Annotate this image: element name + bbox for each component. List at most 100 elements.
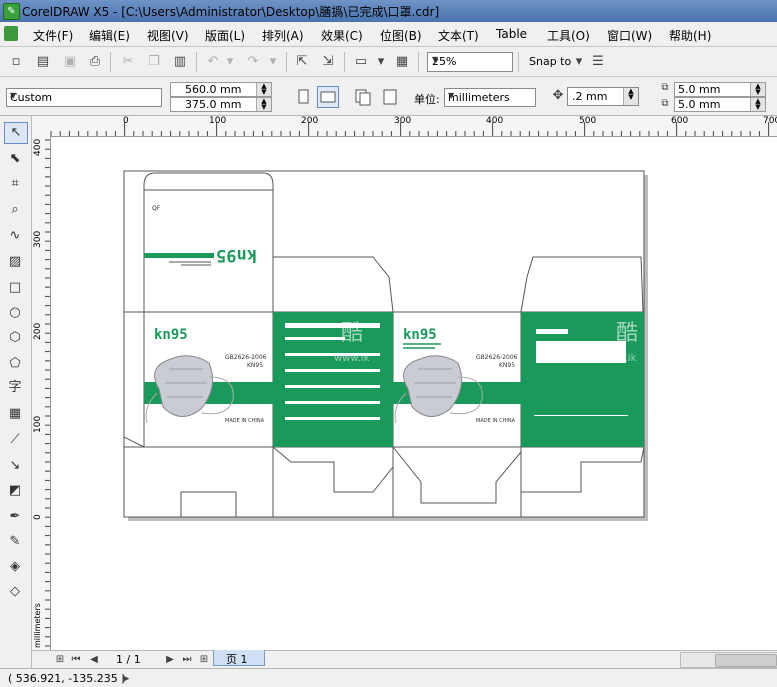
ellipse-tool-icon[interactable]: ○: [4, 303, 26, 323]
menu-view[interactable]: 视图(V): [147, 27, 189, 44]
qf-mark[interactable]: QF: [152, 205, 160, 212]
h-tick-label-200: 200: [301, 116, 319, 126]
pick-tool-icon[interactable]: ↖: [4, 122, 28, 144]
menu-tools[interactable]: 工具(O): [547, 27, 590, 44]
v-tick-label-0: 0: [33, 514, 43, 520]
chevron-down-icon: ▼: [432, 55, 439, 64]
dimension-tool-icon[interactable]: ⟋: [4, 430, 26, 450]
page-navigator: ⊞ ⏮ ◀ 1 / 1 ▶ ⏭ ⊞ ◂: [32, 650, 777, 669]
horizontal-scrollbar[interactable]: [680, 652, 777, 668]
zoom-tool-icon[interactable]: ⌕: [4, 200, 26, 220]
menu-table[interactable]: Table: [496, 27, 527, 41]
made-in-text-2[interactable]: MADE IN CHINA: [476, 418, 515, 424]
ruler-origin-corner[interactable]: [32, 116, 51, 137]
new-document-icon[interactable]: ▫: [8, 54, 24, 70]
menu-bitmaps[interactable]: 位图(B): [380, 27, 422, 44]
first-page-icon[interactable]: ⏮: [68, 652, 84, 668]
undo-dropdown-icon[interactable]: ▾: [222, 54, 238, 70]
interactive-fill-tool-icon[interactable]: ◇: [4, 582, 26, 602]
polygon-tool-icon[interactable]: ⬡: [4, 328, 26, 348]
options-icon[interactable]: ☰: [590, 54, 606, 70]
vertical-ruler[interactable]: 400 300 200 100 0 millimeters: [32, 136, 51, 650]
model-text-1[interactable]: KN95: [247, 362, 263, 369]
connector-tool-icon[interactable]: ↘: [4, 456, 26, 476]
menu-effects[interactable]: 效果(C): [321, 27, 363, 44]
standard-text-1[interactable]: GB2626-2006: [225, 354, 266, 361]
nudge-spinner[interactable]: ▲ ▼: [623, 88, 638, 105]
fill-tool-icon[interactable]: ◈: [4, 557, 26, 577]
freehand-tool-icon[interactable]: ∿: [4, 226, 26, 246]
crop-tool-icon[interactable]: ⌗: [4, 174, 26, 194]
shape-tool-icon[interactable]: ⬉: [4, 149, 26, 169]
undo-icon[interactable]: ↶: [205, 54, 221, 70]
dieline-artwork[interactable]: [51, 137, 777, 650]
eyedropper-tool-icon[interactable]: ✒: [4, 507, 26, 527]
save-icon[interactable]: ▣: [62, 54, 78, 70]
brand-text-front-1[interactable]: kn95: [154, 327, 188, 343]
insert-page-before-icon[interactable]: ⊞: [52, 652, 68, 668]
previous-page-icon[interactable]: ◀: [86, 652, 102, 668]
brand-text-front-2[interactable]: kn95: [403, 327, 437, 343]
rectangle-tool-icon[interactable]: □: [4, 278, 26, 298]
insert-page-after-icon[interactable]: ⊞: [196, 652, 212, 668]
basic-shapes-tool-icon[interactable]: ⬠: [4, 354, 26, 374]
duplicate-distance-x-field[interactable]: 5.0 mm ▲ ▼: [674, 82, 766, 97]
menu-arrange[interactable]: 排列(A): [262, 27, 304, 44]
snap-to-button[interactable]: Snap to: [529, 55, 571, 68]
width-spinner[interactable]: ▲ ▼: [256, 83, 271, 96]
copy-icon[interactable]: ❐: [146, 54, 162, 70]
menu-help[interactable]: 帮助(H): [669, 27, 711, 44]
nudge-distance-field[interactable]: .2 mm ▲ ▼: [567, 87, 639, 106]
portrait-button[interactable]: [292, 86, 314, 108]
h-tick-label-500: 500: [579, 116, 597, 126]
standard-text-2[interactable]: GB2626-2006: [476, 354, 517, 361]
expand-status-icon[interactable]: ▶: [118, 671, 134, 687]
menu-window[interactable]: 窗口(W): [607, 27, 652, 44]
made-in-text-1[interactable]: MADE IN CHINA: [225, 418, 264, 424]
print-icon[interactable]: ⎙: [87, 54, 103, 70]
horizontal-ruler[interactable]: 0 100 200 300 400 500 600 700: [50, 116, 777, 137]
zoom-level-combobox[interactable]: 25% ▼: [427, 52, 513, 72]
scrollbar-thumb[interactable]: [715, 654, 777, 667]
landscape-button[interactable]: [317, 86, 339, 108]
welcome-screen-icon[interactable]: ▦: [394, 54, 410, 70]
brand-text-flipped[interactable]: kn95: [216, 245, 257, 265]
dup-y-spinner[interactable]: ▲ ▼: [750, 98, 765, 111]
h-tick-label-100: 100: [209, 116, 227, 126]
document-icon[interactable]: [4, 26, 18, 41]
redo-dropdown-icon[interactable]: ▾: [265, 54, 281, 70]
outline-tool-icon[interactable]: ✎: [4, 532, 26, 552]
menu-text[interactable]: 文本(T): [438, 27, 479, 44]
last-page-icon[interactable]: ⏭: [179, 652, 195, 668]
launcher-dropdown-icon[interactable]: ▾: [373, 54, 389, 70]
dup-x-spinner[interactable]: ▲ ▼: [750, 83, 765, 96]
current-page-button[interactable]: [379, 86, 401, 108]
all-pages-button[interactable]: [352, 86, 374, 108]
cut-icon[interactable]: ✂: [120, 54, 136, 70]
units-select[interactable]: millimeters ▼: [444, 88, 536, 107]
smart-fill-tool-icon[interactable]: ▨: [4, 252, 26, 272]
height-spinner[interactable]: ▲ ▼: [256, 98, 271, 111]
blend-tool-icon[interactable]: ◩: [4, 481, 26, 501]
duplicate-x-value: 5.0 mm: [678, 83, 721, 96]
drawing-canvas[interactable]: kn95 kn95 kn95 GB2626-2006 KN95 GB2626-2…: [51, 137, 777, 650]
import-icon[interactable]: ⇱: [294, 54, 310, 70]
redo-icon[interactable]: ↷: [245, 54, 261, 70]
duplicate-distance-y-field[interactable]: 5.0 mm ▲ ▼: [674, 97, 766, 112]
page-tab[interactable]: 页 1: [213, 650, 265, 666]
page-height-field[interactable]: 375.0 mm ▲ ▼: [170, 97, 272, 112]
export-icon[interactable]: ⇲: [320, 54, 336, 70]
model-text-2[interactable]: KN95: [499, 362, 515, 369]
table-tool-icon[interactable]: ▦: [4, 404, 26, 424]
snap-dropdown-icon[interactable]: ▾: [571, 54, 587, 70]
application-launcher-icon[interactable]: ▭: [353, 54, 369, 70]
page-preset-select[interactable]: Custom ▼: [6, 88, 162, 107]
menu-file[interactable]: 文件(F): [33, 27, 73, 44]
page-width-field[interactable]: 560.0 mm ▲ ▼: [170, 82, 272, 97]
open-folder-icon[interactable]: ▤: [35, 54, 51, 70]
menu-layout[interactable]: 版面(L): [205, 27, 245, 44]
next-page-icon[interactable]: ▶: [162, 652, 178, 668]
paste-icon[interactable]: ▥: [172, 54, 188, 70]
menu-edit[interactable]: 编辑(E): [89, 27, 130, 44]
text-tool-icon[interactable]: 字: [4, 378, 26, 398]
